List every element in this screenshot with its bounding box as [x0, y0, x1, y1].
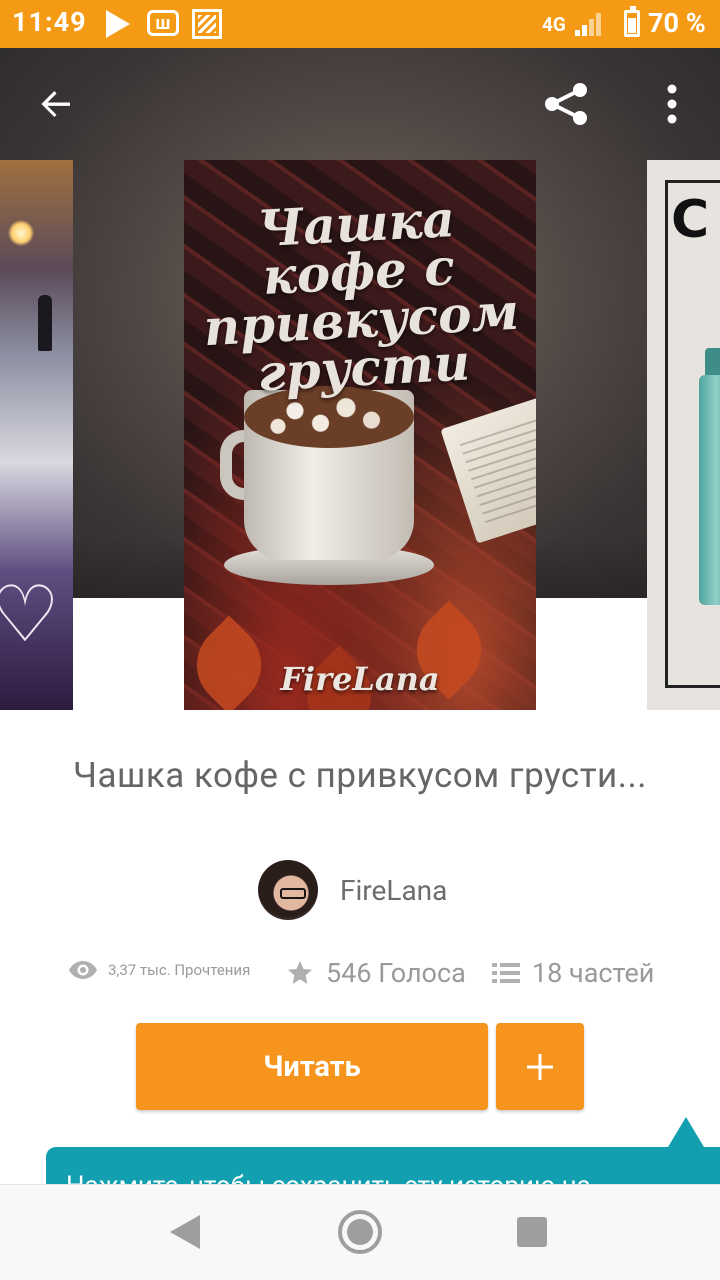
share-icon[interactable]	[542, 80, 590, 128]
read-button[interactable]: Читать	[136, 1023, 488, 1110]
votes-stat: 546 Голоса	[286, 957, 466, 989]
votes-count: 546 Голоса	[326, 957, 466, 989]
parts-stat: 18 частей	[492, 957, 654, 989]
cover-heart-glyph: ♡	[0, 570, 60, 660]
parts-count: 18 частей	[532, 957, 655, 989]
story-stats: 3,37 тыс. Прочтения 546 Голоса 18 частей	[0, 955, 720, 995]
reads-stat: 3,37 тыс. Прочтения	[68, 959, 250, 981]
reads-count: 3,37 тыс. Прочтения	[108, 961, 251, 979]
cover-bottle-cap	[705, 348, 720, 378]
battery-icon	[624, 6, 640, 37]
list-icon	[492, 963, 520, 983]
star-icon	[288, 961, 312, 984]
cover-letter: С	[671, 190, 710, 250]
lamp-light	[8, 220, 34, 246]
avatar[interactable]	[258, 860, 318, 920]
play-notification-icon	[106, 10, 130, 38]
more-vert-icon[interactable]	[648, 80, 696, 128]
author-link[interactable]: FireLana	[258, 860, 447, 920]
system-nav-bar	[0, 1184, 720, 1280]
arrow-back-icon[interactable]	[32, 80, 80, 128]
status-time: 11:49	[12, 6, 87, 38]
signal-icon	[575, 12, 605, 36]
plus-icon	[527, 1053, 553, 1080]
cover-book-image	[440, 392, 536, 544]
image-notification-icon	[192, 9, 222, 39]
cover-previous[interactable]: · ♡	[0, 160, 73, 710]
author-name[interactable]: FireLana	[340, 874, 447, 907]
tooltip-arrow	[668, 1117, 704, 1147]
cover-title: Чашка кофе с привкусом грусти	[202, 188, 521, 403]
nav-back-icon[interactable]	[170, 1215, 200, 1249]
story-title: Чашка кофе с привкусом грусти...	[73, 755, 647, 796]
cover-current[interactable]: Чашка кофе с привкусом грусти FireLana	[184, 160, 536, 710]
cover-bottle	[699, 375, 720, 605]
nav-recents-icon[interactable]	[517, 1217, 547, 1247]
eye-icon	[69, 961, 97, 979]
nav-home-icon[interactable]	[338, 1210, 382, 1254]
cover-next[interactable]: С	[647, 160, 720, 710]
battery-percent: 70 %	[648, 7, 706, 39]
cover-decoration: ·	[60, 510, 63, 521]
add-to-library-button[interactable]	[496, 1023, 584, 1110]
cover-author: FireLana	[280, 660, 440, 698]
w-notification-icon: ш	[147, 10, 179, 36]
cover-figure	[38, 295, 52, 351]
network-type: 4G	[542, 13, 566, 36]
status-bar: 11:49 ш 4G 70 %	[0, 0, 720, 48]
